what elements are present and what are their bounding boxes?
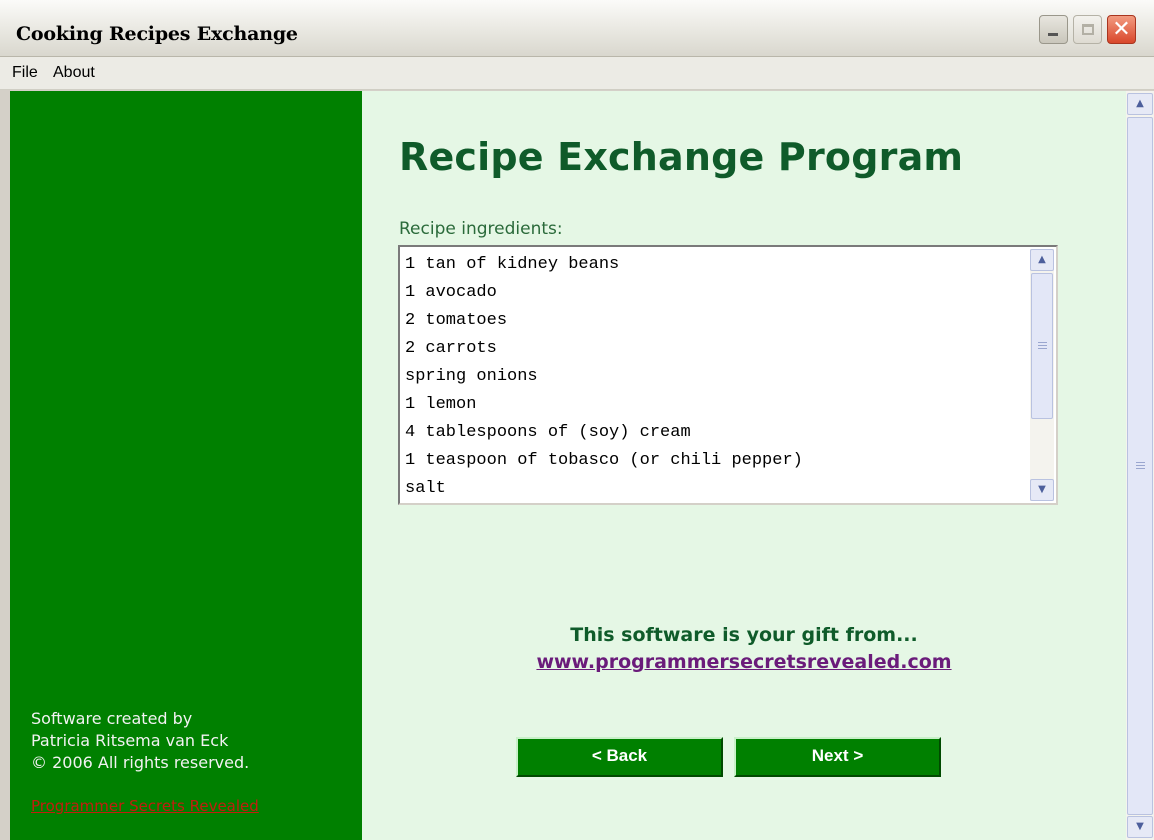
gift-url-link[interactable]: www.programmersecretsrevealed.com bbox=[362, 651, 1126, 673]
ingredient-line: 1 teaspoon of tobasco (or chili pepper) bbox=[405, 451, 803, 470]
textarea-scroll-up-button[interactable]: ▲ bbox=[1030, 249, 1054, 271]
title-bar[interactable]: Cooking Recipes Exchange ✕ bbox=[0, 0, 1154, 57]
grip-line bbox=[1038, 345, 1047, 346]
ingredient-line: 1 lemon bbox=[405, 395, 477, 414]
textarea-scroll-thumb[interactable] bbox=[1031, 273, 1053, 419]
window-scroll-down-button[interactable]: ▼ bbox=[1127, 816, 1153, 838]
window-scroll-thumb[interactable] bbox=[1127, 117, 1153, 815]
ingredient-line: 4 tablespoons of (soy) cream bbox=[405, 423, 691, 442]
textarea-scrollbar[interactable]: ▲ ▼ bbox=[1030, 249, 1054, 501]
ingredient-line: salt bbox=[405, 479, 446, 498]
grip-line bbox=[1136, 462, 1145, 463]
ingredient-line: spring onions bbox=[405, 367, 538, 386]
maximize-button[interactable] bbox=[1073, 15, 1102, 44]
menu-about[interactable]: About bbox=[53, 64, 95, 82]
grip-line bbox=[1136, 468, 1145, 469]
ingredients-textarea[interactable]: 1 tan of kidney beans 1 avocado 2 tomato… bbox=[398, 245, 1058, 505]
window-scroll-up-button[interactable]: ▲ bbox=[1127, 93, 1153, 115]
chevron-down-icon: ▼ bbox=[1136, 821, 1144, 832]
credit-author: Patricia Ritsema van Eck bbox=[31, 731, 229, 750]
chevron-down-icon: ▼ bbox=[1038, 484, 1046, 495]
textarea-scroll-down-button[interactable]: ▼ bbox=[1030, 479, 1054, 501]
main-content: Recipe Exchange Program Recipe ingredien… bbox=[362, 91, 1126, 840]
credit-copyright: © 2006 All rights reserved. bbox=[31, 753, 250, 772]
window-scrollbar[interactable]: ▲ ▼ bbox=[1126, 91, 1154, 840]
ingredient-line: 2 carrots bbox=[405, 339, 497, 358]
credit-line: Software created by bbox=[31, 709, 193, 728]
back-button[interactable]: < Back bbox=[516, 737, 723, 777]
menu-file[interactable]: File bbox=[12, 64, 38, 82]
ingredient-line: 1 avocado bbox=[405, 283, 497, 302]
next-button[interactable]: Next > bbox=[734, 737, 941, 777]
chevron-up-icon: ▲ bbox=[1038, 254, 1046, 265]
chevron-up-icon: ▲ bbox=[1136, 98, 1144, 109]
minimize-icon bbox=[1048, 33, 1058, 36]
close-button[interactable]: ✕ bbox=[1107, 15, 1136, 44]
close-icon: ✕ bbox=[1112, 17, 1131, 42]
grip-line bbox=[1038, 348, 1047, 349]
page-title: Recipe Exchange Program bbox=[399, 135, 964, 179]
window-title: Cooking Recipes Exchange bbox=[16, 23, 298, 45]
sidebar-panel: Software created by Patricia Ritsema van… bbox=[10, 91, 362, 840]
grip-line bbox=[1038, 342, 1047, 343]
minimize-button[interactable] bbox=[1039, 15, 1068, 44]
maximize-icon bbox=[1082, 24, 1094, 35]
menu-bar: File About bbox=[0, 57, 1154, 90]
app-window: Cooking Recipes Exchange ✕ File About So… bbox=[0, 0, 1154, 840]
ingredients-label: Recipe ingredients: bbox=[399, 219, 563, 239]
ingredients-list: 1 tan of kidney beans 1 avocado 2 tomato… bbox=[405, 251, 1024, 503]
grip-line bbox=[1136, 465, 1145, 466]
gift-text: This software is your gift from... bbox=[570, 624, 918, 646]
ingredient-line: 2 tomatoes bbox=[405, 311, 508, 330]
programmer-secrets-link[interactable]: Programmer Secrets Revealed bbox=[31, 797, 259, 815]
ingredient-line: 1 tan of kidney beans bbox=[405, 255, 620, 274]
